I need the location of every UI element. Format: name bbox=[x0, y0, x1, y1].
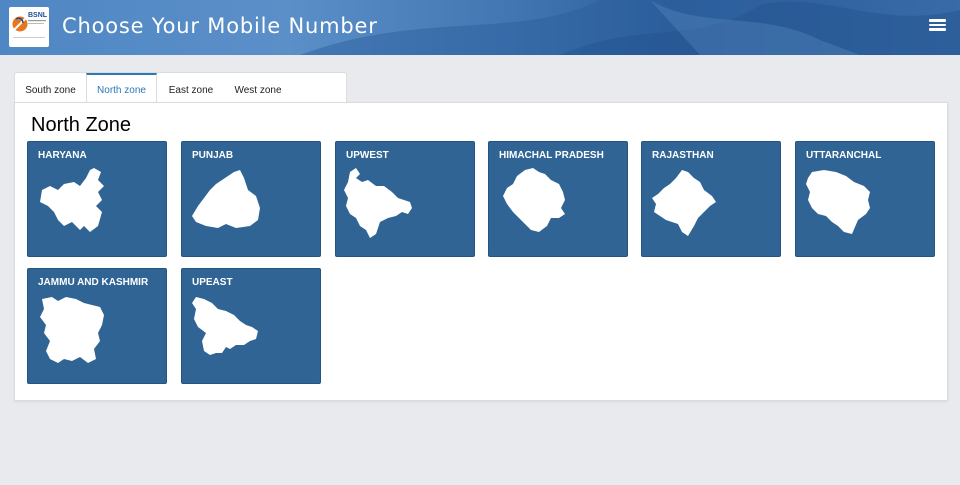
tab-north-zone[interactable]: North zone bbox=[86, 73, 157, 103]
state-card-upwest[interactable]: UPWEST bbox=[335, 141, 475, 257]
state-label: JAMMU AND KASHMIR bbox=[38, 277, 149, 288]
tab-east-zone[interactable]: East zone bbox=[157, 73, 225, 103]
state-label: UTTARANCHAL bbox=[806, 150, 882, 161]
state-card-uttaranchal[interactable]: UTTARANCHAL bbox=[795, 141, 935, 257]
state-card-jammu-and-kashmir[interactable]: JAMMU AND KASHMIR bbox=[27, 268, 167, 384]
state-card-upeast[interactable]: UPEAST bbox=[181, 268, 321, 384]
bsnl-logo: BSNL bbox=[9, 7, 49, 47]
state-card-haryana[interactable]: HARYANA bbox=[27, 141, 167, 257]
state-card-rajasthan[interactable]: RAJASTHAN bbox=[641, 141, 781, 257]
state-label: PUNJAB bbox=[192, 150, 234, 161]
zone-title: North Zone bbox=[31, 114, 132, 136]
state-label: UPEAST bbox=[192, 277, 233, 288]
zone-panel: North Zone HARYANA PUNJAB UPWEST HIMACHA… bbox=[14, 102, 948, 401]
state-label: UPWEST bbox=[346, 150, 389, 161]
state-label: HARYANA bbox=[38, 150, 87, 161]
app-header: BSNL Choose Your Mobile Number bbox=[0, 0, 960, 55]
logo-text: BSNL bbox=[28, 12, 48, 19]
zone-tabs: South zone North zone East zone West zon… bbox=[14, 72, 347, 103]
state-card-himachal-pradesh[interactable]: HIMACHAL PRADESH bbox=[488, 141, 628, 257]
hamburger-menu-icon[interactable] bbox=[928, 17, 948, 33]
state-label: HIMACHAL PRADESH bbox=[499, 150, 604, 161]
state-card-punjab[interactable]: PUNJAB bbox=[181, 141, 321, 257]
tab-south-zone[interactable]: South zone bbox=[15, 73, 86, 103]
page-title: Choose Your Mobile Number bbox=[62, 14, 378, 38]
state-label: RAJASTHAN bbox=[652, 150, 714, 161]
tab-west-zone[interactable]: West zone bbox=[225, 73, 291, 103]
